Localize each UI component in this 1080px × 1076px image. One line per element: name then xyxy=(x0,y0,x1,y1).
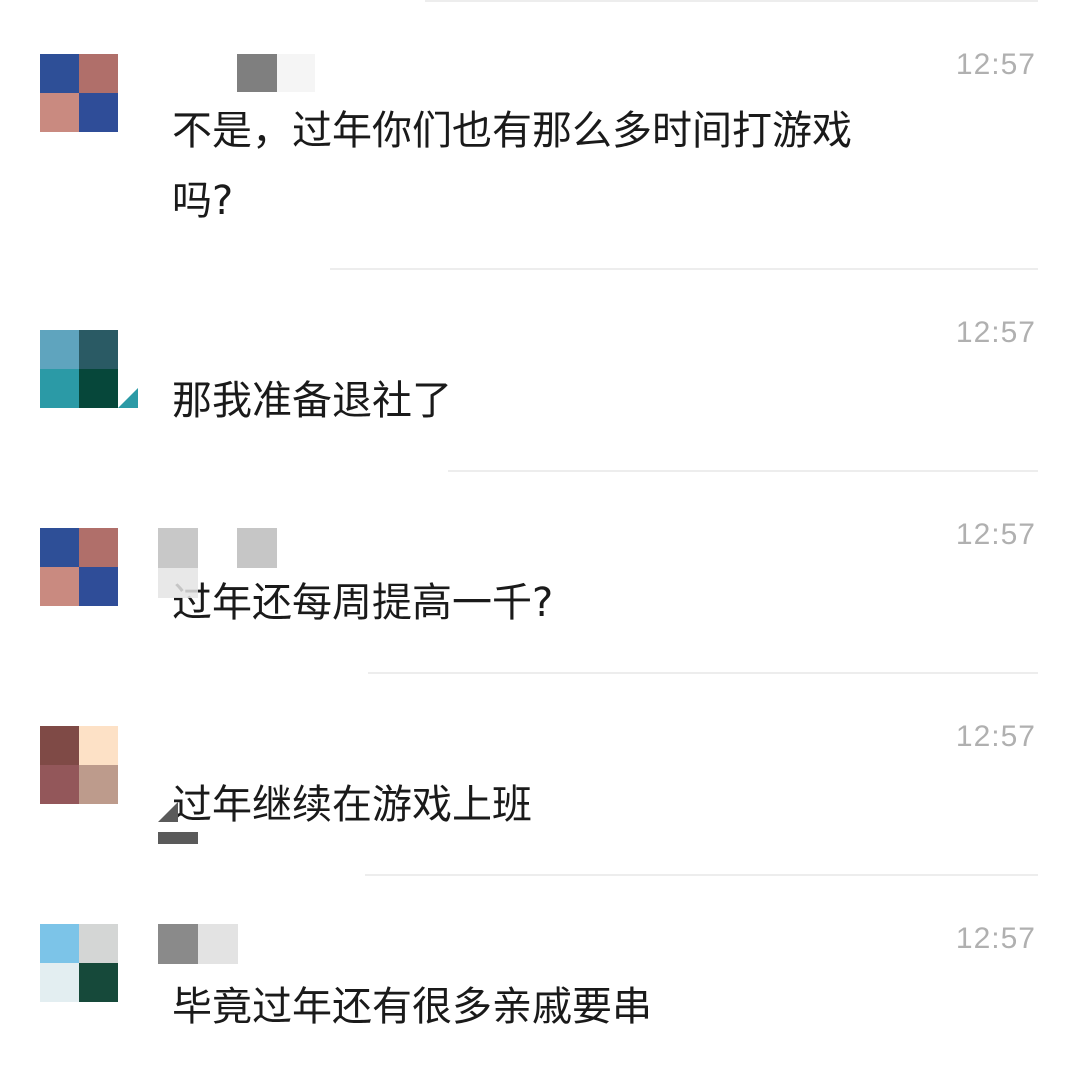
blurred-sender-name xyxy=(237,54,277,92)
avatar-tile xyxy=(79,369,118,408)
avatar-tile xyxy=(79,330,118,369)
avatar-tile xyxy=(40,330,79,369)
avatar-tile xyxy=(79,54,118,93)
chat-message[interactable]: 12:57 过年还每周提高一千? xyxy=(0,472,1080,672)
avatar-tile xyxy=(79,765,118,804)
blurred-sender-name xyxy=(158,924,198,964)
blurred-sender-name xyxy=(277,54,315,92)
avatar[interactable] xyxy=(40,528,118,606)
message-text: 那我准备退社了 xyxy=(172,378,452,424)
chat-message[interactable]: 12:57 不是，过年你们也有那么多时间打游戏 吗? xyxy=(0,0,1080,270)
blurred-sender-name xyxy=(237,528,277,568)
avatar[interactable] xyxy=(40,726,118,804)
message-timestamp: 12:57 xyxy=(955,316,1036,349)
message-timestamp: 12:57 xyxy=(955,518,1036,551)
avatar-tile xyxy=(40,924,79,963)
avatar[interactable] xyxy=(40,54,118,132)
avatar-badge-fragment xyxy=(118,388,138,408)
message-timestamp: 12:57 xyxy=(955,922,1036,955)
message-timestamp: 12:57 xyxy=(955,48,1036,81)
avatar-badge-fragment xyxy=(158,832,198,844)
message-text: 不是，过年你们也有那么多时间打游戏 吗? xyxy=(172,108,852,224)
blurred-sender-name xyxy=(158,568,198,598)
avatar-tile xyxy=(79,528,118,567)
chat-message[interactable]: 12:57 过年继续在游戏上班 xyxy=(0,674,1080,874)
avatar-tile xyxy=(40,765,79,804)
avatar-tile xyxy=(40,567,79,606)
avatar-tile xyxy=(79,567,118,606)
avatar-tile xyxy=(40,54,79,93)
blurred-sender-name xyxy=(158,528,198,568)
avatar-tile xyxy=(40,93,79,132)
avatar-badge-fragment xyxy=(158,802,178,822)
avatar-tile xyxy=(40,963,79,1002)
avatar-tile xyxy=(79,93,118,132)
message-text: 过年继续在游戏上班 xyxy=(172,782,532,828)
chat-message[interactable]: 12:57 毕竟过年还有很多亲戚要串 xyxy=(0,876,1080,1076)
blurred-sender-name xyxy=(198,924,238,964)
avatar[interactable] xyxy=(40,330,118,408)
message-text: 过年还每周提高一千? xyxy=(172,580,554,626)
avatar-tile xyxy=(79,726,118,765)
avatar-tile xyxy=(79,924,118,963)
message-text: 毕竟过年还有很多亲戚要串 xyxy=(172,984,652,1030)
avatar-tile xyxy=(40,528,79,567)
avatar-tile xyxy=(79,963,118,1002)
avatar-tile xyxy=(40,726,79,765)
avatar[interactable] xyxy=(40,924,118,1002)
chat-message[interactable]: 12:57 那我准备退社了 xyxy=(0,270,1080,470)
message-timestamp: 12:57 xyxy=(955,720,1036,753)
avatar-tile xyxy=(40,369,79,408)
